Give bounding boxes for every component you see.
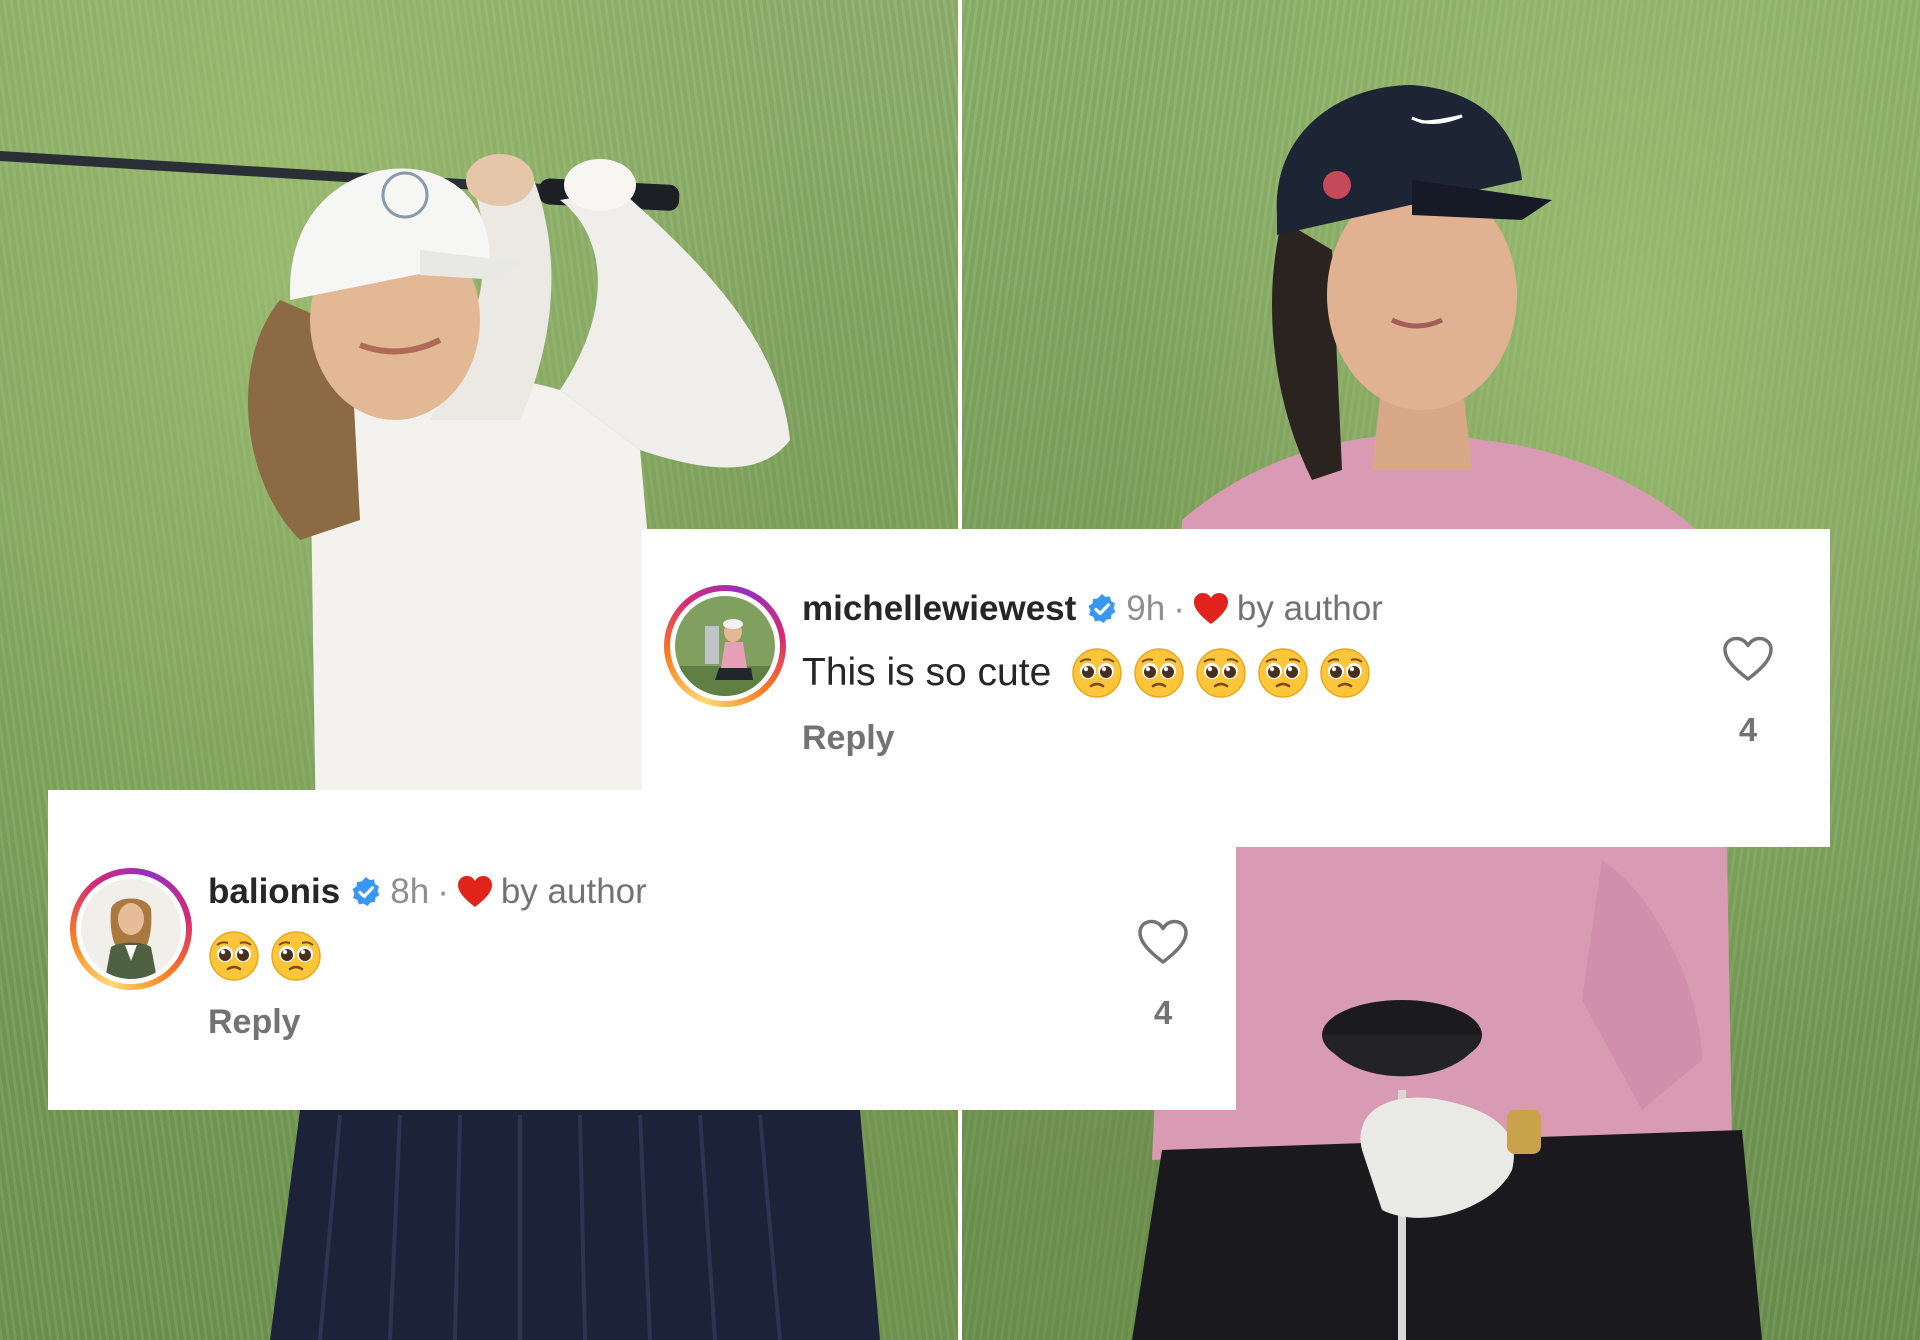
- pleading-face-emoji: [270, 930, 322, 982]
- pleading-face-emoji: [1133, 647, 1185, 699]
- avatar-story-ring[interactable]: [664, 585, 786, 707]
- heart-outline-icon[interactable]: [1722, 636, 1774, 682]
- username[interactable]: michellewiewest: [802, 589, 1076, 629]
- liked-by-author-label: by author: [500, 872, 647, 911]
- avatar: [81, 879, 181, 979]
- separator-dot: ·: [437, 872, 449, 911]
- like-count: 4: [1153, 994, 1173, 1031]
- avatar: [675, 596, 775, 696]
- comment-meta: balionis 8h · by author: [208, 872, 647, 912]
- comment-text: This is so cute: [802, 645, 1381, 701]
- pleading-face-emoji: [1195, 647, 1247, 699]
- avatar-story-ring[interactable]: [70, 868, 192, 990]
- heart-filled-icon: [457, 875, 493, 909]
- pleading-face-emoji: [1319, 647, 1371, 699]
- comment-meta: michellewiewest 9h · by author: [802, 589, 1383, 629]
- liked-by-author-label: by author: [1236, 589, 1383, 628]
- comment-text: [208, 928, 332, 984]
- separator-dot: ·: [1173, 589, 1185, 628]
- reply-button[interactable]: Reply: [208, 1003, 301, 1042]
- comment-card: balionis 8h · by author Reply 4: [48, 790, 1236, 1110]
- avatar-photo: [81, 879, 181, 979]
- pleading-face-emoji: [1071, 647, 1123, 699]
- comment-timestamp: 9h: [1126, 589, 1166, 628]
- reply-button[interactable]: Reply: [802, 719, 895, 758]
- like-count: 4: [1738, 711, 1758, 748]
- heart-outline-icon[interactable]: [1137, 919, 1189, 965]
- avatar-photo: [675, 596, 775, 696]
- username[interactable]: balionis: [208, 872, 340, 912]
- heart-filled-icon: [1193, 592, 1229, 626]
- comment-timestamp: 8h: [390, 872, 430, 911]
- comment-body: This is so cute: [802, 651, 1052, 694]
- verified-badge-icon: [1086, 593, 1118, 625]
- verified-badge-icon: [350, 876, 382, 908]
- pleading-face-emoji: [1257, 647, 1309, 699]
- pleading-face-emoji: [208, 930, 260, 982]
